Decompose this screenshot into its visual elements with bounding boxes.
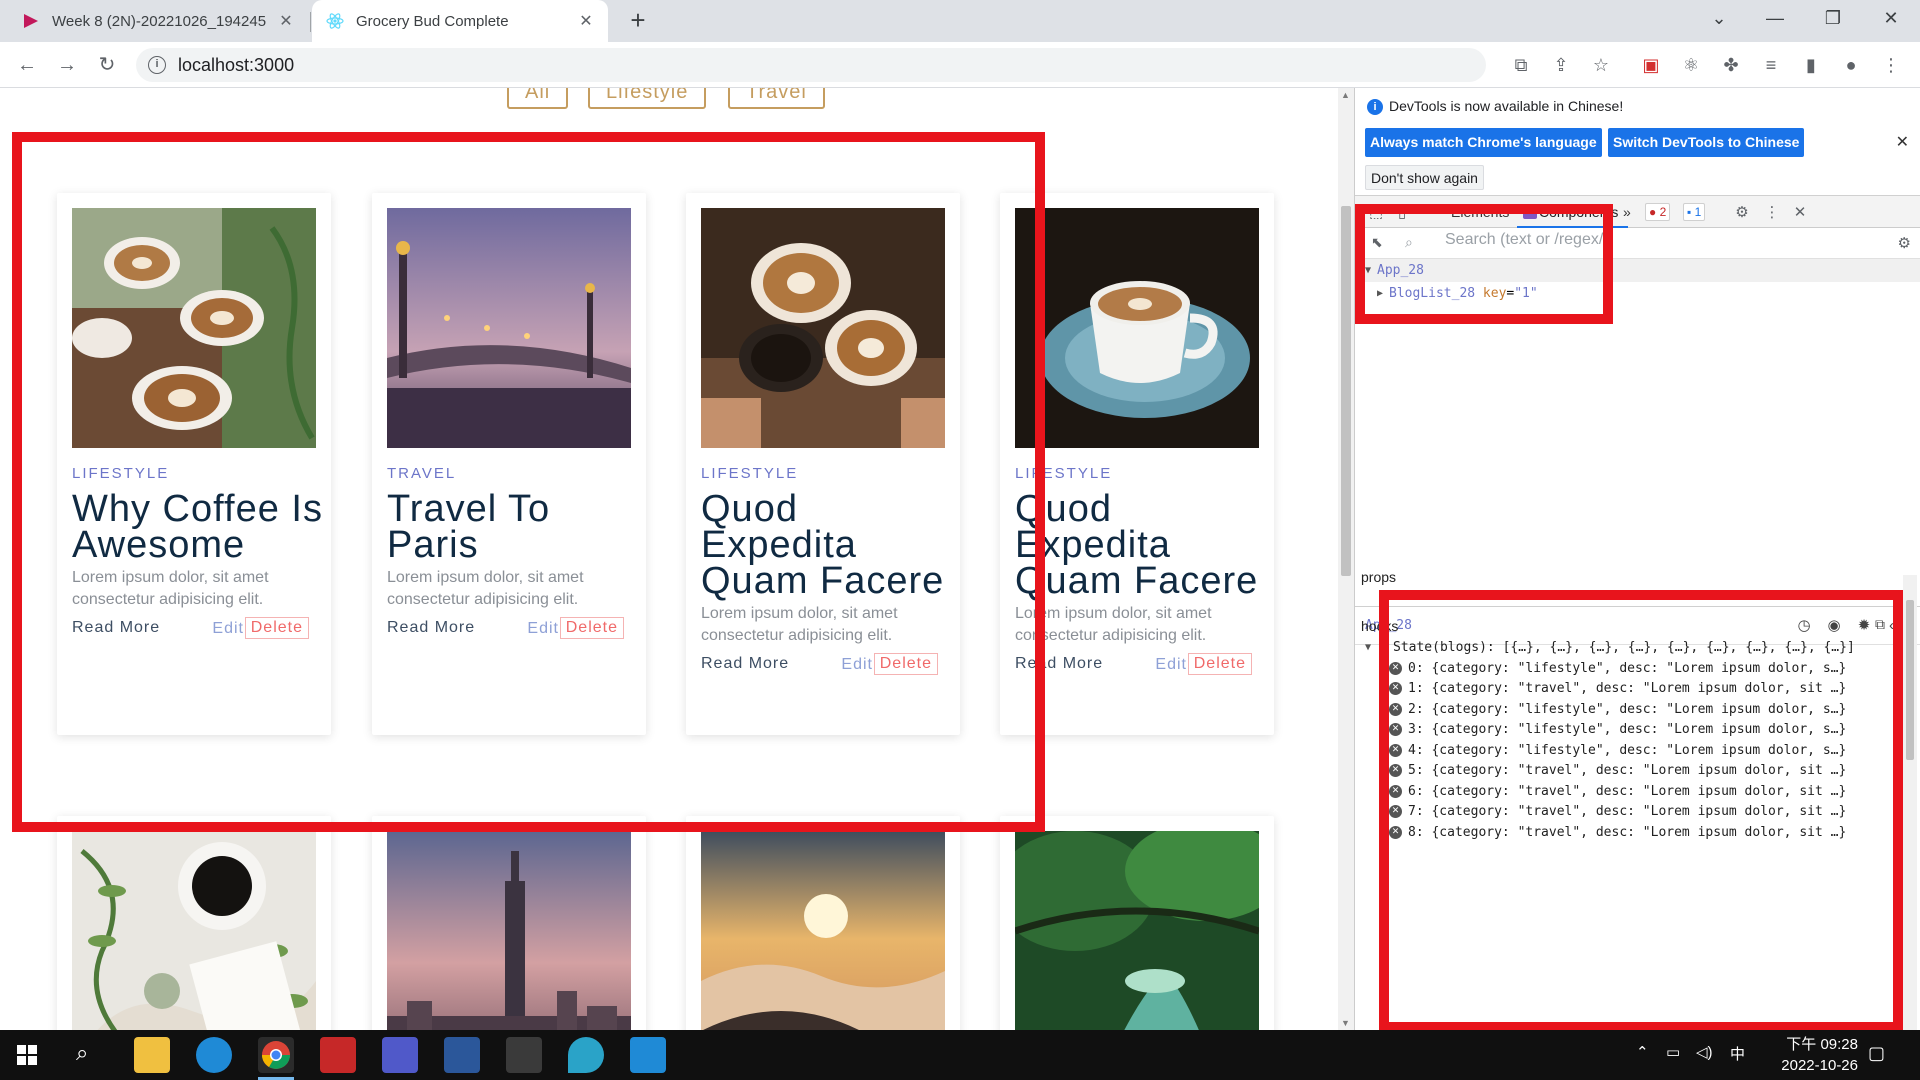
page-scroll-thumb[interactable] bbox=[1341, 206, 1351, 576]
vscode-icon[interactable] bbox=[630, 1037, 666, 1073]
chrome-browser-icon[interactable] bbox=[258, 1037, 294, 1073]
windows-taskbar: ⌕ ⌃ ▭ ◁) 中 下午 09:28 2022-10-26 ▢ bbox=[0, 1030, 1920, 1080]
reload-button[interactable]: ↻ bbox=[92, 50, 122, 80]
maps-pin-icon[interactable] bbox=[568, 1037, 604, 1073]
switch-to-chinese-button[interactable]: Switch DevTools to Chinese bbox=[1608, 128, 1805, 157]
browser-toolbar: ← → ↻ i localhost:3000 ⧉ ⇪ ☆ ▣ ⚛ ✤ ≡ ▮ ●… bbox=[0, 42, 1920, 88]
error-count-badge[interactable]: ● 2 bbox=[1645, 203, 1671, 221]
component-settings-icon[interactable]: ⚙ bbox=[1898, 234, 1911, 252]
site-info-icon[interactable]: i bbox=[148, 56, 166, 74]
card-actions: Read More Edit Delete bbox=[1015, 653, 1259, 679]
search-icon[interactable]: ⌕ bbox=[76, 1040, 88, 1066]
tab-title: Grocery Bud Complete bbox=[356, 12, 509, 30]
browser-tab-week8[interactable]: Week 8 (2N)-20221026_194245 ✕ bbox=[8, 0, 308, 42]
back-button[interactable]: ← bbox=[12, 50, 42, 80]
card-image-coffee-saucer bbox=[1015, 208, 1259, 448]
address-bar[interactable]: i localhost:3000 bbox=[136, 48, 1486, 82]
message-count-badge[interactable]: ▪ 1 bbox=[1683, 203, 1706, 221]
devtools-menu-icon[interactable]: ⋮ bbox=[1763, 204, 1781, 222]
blog-card bbox=[372, 816, 646, 1030]
card-image-coffee-plant bbox=[72, 831, 316, 1030]
maximize-button[interactable]: ❐ bbox=[1804, 0, 1862, 36]
inspector-scrollbar[interactable] bbox=[1903, 575, 1917, 1030]
devtools-language-infobar: i DevTools is now available in Chinese! … bbox=[1355, 88, 1920, 196]
tab-search-icon[interactable]: ⌄ bbox=[1690, 0, 1748, 36]
error-count: 2 bbox=[1659, 205, 1667, 219]
video-app-icon bbox=[24, 14, 38, 28]
windows-start-icon[interactable] bbox=[17, 1045, 37, 1065]
forward-button[interactable]: → bbox=[52, 50, 82, 80]
inspector-scroll-thumb[interactable] bbox=[1906, 600, 1914, 760]
blog-card bbox=[1000, 816, 1274, 1030]
info-icon: i bbox=[1367, 99, 1383, 115]
close-devtools-icon[interactable]: ✕ bbox=[1791, 204, 1809, 222]
close-window-button[interactable]: ✕ bbox=[1862, 0, 1920, 36]
tray-chevron-icon[interactable]: ⌃ bbox=[1636, 1043, 1649, 1061]
filter-button-lifestyle[interactable]: Lifestyle bbox=[588, 88, 707, 109]
notification-center-icon[interactable]: ▢ bbox=[1868, 1043, 1885, 1064]
card-title: Quod Expedita Quam Facere bbox=[1015, 488, 1259, 602]
card-description: Lorem ipsum dolor, sit amet consectetur … bbox=[1015, 605, 1212, 644]
file-explorer-icon[interactable] bbox=[134, 1037, 170, 1073]
pdf-reader-icon[interactable] bbox=[320, 1037, 356, 1073]
page-viewport: All Lifestyle Travel LIFESTYLE Why Coffe… bbox=[0, 88, 1338, 1030]
card-image-sunrise-clouds bbox=[701, 831, 945, 1030]
side-panel-icon[interactable]: ▮ bbox=[1798, 52, 1824, 78]
scroll-down-icon[interactable]: ▼ bbox=[1341, 1018, 1350, 1028]
chrome-logo-icon bbox=[262, 1041, 290, 1069]
edge-browser-icon[interactable] bbox=[196, 1037, 232, 1073]
clock-time: 下午 09:28 bbox=[1786, 1036, 1858, 1053]
browser-tab-strip: Week 8 (2N)-20221026_194245 ✕ Grocery Bu… bbox=[0, 0, 1920, 42]
annotation-box-component-tree bbox=[1355, 204, 1613, 324]
bookmark-star-icon[interactable]: ☆ bbox=[1588, 52, 1614, 78]
word-icon[interactable] bbox=[444, 1037, 480, 1073]
input-method-indicator[interactable]: 中 bbox=[1730, 1043, 1745, 1064]
scroll-up-icon[interactable]: ▲ bbox=[1341, 90, 1350, 100]
reading-list-icon[interactable]: ≡ bbox=[1758, 52, 1784, 78]
browser-menu-icon[interactable]: ⋮ bbox=[1878, 52, 1904, 78]
browser-tab-grocery-bud[interactable]: Grocery Bud Complete ✕ bbox=[312, 0, 608, 42]
card-image-taipei-101 bbox=[387, 831, 631, 1030]
annotation-box-hooks bbox=[1379, 590, 1903, 1030]
new-tab-button[interactable]: + bbox=[624, 7, 652, 35]
git-client-icon[interactable] bbox=[506, 1037, 542, 1073]
extensions-puzzle-icon[interactable]: ✤ bbox=[1718, 52, 1744, 78]
filter-button-all[interactable]: All bbox=[507, 88, 569, 109]
volume-icon[interactable]: ◁) bbox=[1696, 1043, 1713, 1061]
filter-button-travel[interactable]: Travel bbox=[728, 88, 825, 109]
translate-icon[interactable]: ⧉ bbox=[1508, 52, 1534, 78]
always-match-language-button[interactable]: Always match Chrome's language bbox=[1365, 128, 1602, 157]
system-clock[interactable]: 下午 09:28 2022-10-26 bbox=[1781, 1034, 1858, 1076]
infobar-message: DevTools is now available in Chinese! bbox=[1389, 98, 1624, 114]
delete-button[interactable]: Delete bbox=[1187, 653, 1252, 675]
settings-gear-icon[interactable]: ⚙ bbox=[1733, 204, 1751, 222]
network-icon[interactable]: ▭ bbox=[1666, 1043, 1680, 1061]
annotation-box-cards bbox=[12, 132, 1045, 832]
extension-red-icon[interactable]: ▣ bbox=[1638, 52, 1664, 78]
more-tabs-button[interactable]: » bbox=[1623, 196, 1631, 228]
blog-card bbox=[57, 816, 331, 1030]
expand-caret-icon[interactable]: ▼ bbox=[1365, 638, 1371, 659]
devtools-panel: i DevTools is now available in Chinese! … bbox=[1354, 88, 1920, 1030]
minimize-button[interactable]: — bbox=[1746, 0, 1804, 36]
props-section-label: props bbox=[1361, 569, 1397, 585]
clock-date: 2022-10-26 bbox=[1781, 1057, 1858, 1074]
share-icon[interactable]: ⇪ bbox=[1548, 52, 1574, 78]
close-infobar-icon[interactable]: ✕ bbox=[1896, 132, 1909, 152]
extension-react-icon[interactable]: ⚛ bbox=[1678, 52, 1704, 78]
tab-title: Week 8 (2N)-20221026_194245 bbox=[52, 12, 267, 30]
edit-button[interactable]: Edit bbox=[1155, 656, 1187, 674]
message-count: 1 bbox=[1694, 205, 1702, 219]
page-scrollbar[interactable]: ▲ ▼ bbox=[1338, 88, 1354, 1030]
teams-icon[interactable] bbox=[382, 1037, 418, 1073]
close-tab-icon[interactable]: ✕ bbox=[578, 11, 594, 31]
react-logo-icon bbox=[326, 13, 344, 29]
dont-show-again-button[interactable]: Don't show again bbox=[1365, 165, 1484, 190]
blog-card bbox=[686, 816, 960, 1030]
close-tab-icon[interactable]: ✕ bbox=[278, 11, 294, 31]
card-image-forest-river bbox=[1015, 831, 1259, 1030]
profile-avatar-icon[interactable]: ● bbox=[1838, 52, 1864, 78]
tab-separator bbox=[310, 12, 311, 32]
url-text: localhost:3000 bbox=[178, 55, 295, 75]
